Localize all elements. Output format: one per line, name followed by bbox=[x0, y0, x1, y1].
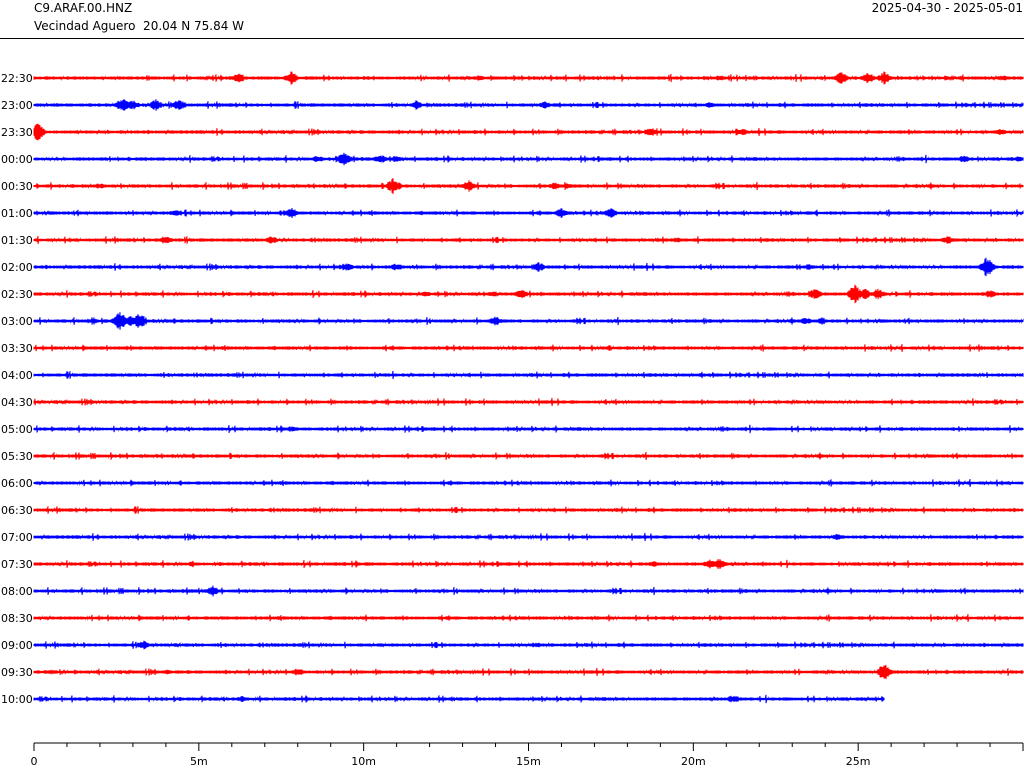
row-label: 00:30 bbox=[1, 180, 33, 193]
row-label: 10:00 bbox=[1, 693, 33, 706]
row-label: 08:30 bbox=[1, 612, 33, 625]
row-label: 06:30 bbox=[1, 504, 33, 517]
x-tick-label: 20m bbox=[681, 755, 706, 768]
row-label: 23:30 bbox=[1, 126, 33, 139]
x-axis: 0 5m 10m 15m 20m 25m bbox=[31, 742, 1024, 768]
row-label: 09:30 bbox=[1, 666, 33, 679]
row-label: 05:30 bbox=[1, 450, 33, 463]
trace-group bbox=[33, 71, 1024, 704]
row-label: 22:30 bbox=[1, 72, 33, 85]
row-label: 06:00 bbox=[1, 477, 33, 490]
row-label: 03:30 bbox=[1, 342, 33, 355]
row-label: 01:00 bbox=[1, 207, 33, 220]
row-label: 02:30 bbox=[1, 288, 33, 301]
row-label: 00:00 bbox=[1, 153, 33, 166]
row-label: 01:30 bbox=[1, 234, 33, 247]
row-label: 09:00 bbox=[1, 639, 33, 652]
x-tick-label: 0 bbox=[31, 755, 38, 768]
row-label: 07:30 bbox=[1, 558, 33, 571]
helicorder-plot: 22:30 23:00 23:30 00:00 00:30 01:00 01:30 02:00… bbox=[1, 71, 1024, 768]
row-label: 07:00 bbox=[1, 531, 33, 544]
x-tick-label: 15m bbox=[516, 755, 541, 768]
row-label-group: 22:30 23:00 23:30 00:00 00:30 01:00 01:30 02:00… bbox=[1, 72, 33, 706]
row-label: 08:00 bbox=[1, 585, 33, 598]
row-label: 05:00 bbox=[1, 423, 33, 436]
x-tick-label: 5m bbox=[190, 755, 208, 768]
row-label: 04:30 bbox=[1, 396, 33, 409]
x-tick-label: 25m bbox=[846, 755, 871, 768]
row-label: 03:00 bbox=[1, 315, 33, 328]
x-tick-label: 10m bbox=[351, 755, 376, 768]
row-label: 23:00 bbox=[1, 99, 33, 112]
row-label: 02:00 bbox=[1, 261, 33, 274]
row-label: 04:00 bbox=[1, 369, 33, 382]
